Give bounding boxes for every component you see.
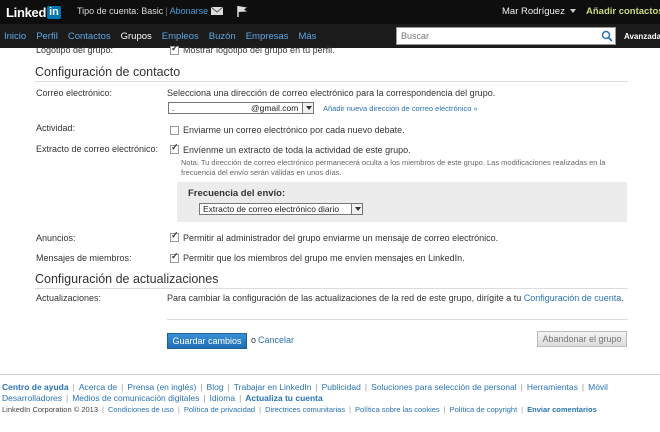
email-help-text: Selecciona una dirección de correo elect… <box>167 88 496 98</box>
account-separator: | <box>165 6 168 16</box>
member-messages-label: Mensajes de miembros: <box>36 253 132 263</box>
updates-text-body: Para cambiar la configuración de las act… <box>167 293 522 303</box>
nav-item-inicio[interactable]: Inicio <box>4 31 26 42</box>
activity-checkbox[interactable] <box>170 126 179 135</box>
announcements-checkbox[interactable] <box>170 230 179 242</box>
activity-text: Enviarme un correo electrónico por cada … <box>183 125 405 135</box>
footer-link-language[interactable]: Idioma <box>210 393 236 403</box>
logo-checkbox[interactable] <box>170 43 179 55</box>
user-menu[interactable]: Mar Rodríguez <box>502 6 576 17</box>
or-text: o <box>251 335 257 345</box>
footer-link-advertising[interactable]: Publicidad <box>322 382 361 392</box>
nav-item-mas[interactable]: Más <box>298 31 316 42</box>
footer-link-feedback[interactable]: Enviar comentarios <box>527 405 597 414</box>
search-icon[interactable] <box>601 30 613 42</box>
search-input[interactable] <box>397 28 592 44</box>
account-settings-link[interactable]: Configuración de cuenta <box>524 293 622 303</box>
save-button[interactable]: Guardar cambios <box>167 333 247 349</box>
mail-icon[interactable] <box>210 5 224 17</box>
member-messages-checkbox[interactable] <box>170 251 179 263</box>
chevron-down-icon <box>302 103 313 113</box>
main-nav: Inicio Perfil Contactos Grupos Empleos B… <box>4 31 316 42</box>
frequency-label: Frecuencia del envío: <box>188 188 286 199</box>
footer-link-careers[interactable]: Trabajar en LinkedIn <box>234 382 312 392</box>
flag-icon[interactable] <box>235 5 249 17</box>
nav-item-empleos[interactable]: Empleos <box>162 31 199 42</box>
email-select[interactable]: . @gmail.com <box>168 102 314 114</box>
advanced-search-link[interactable]: Avanzada <box>624 32 660 41</box>
logo-text: Linked <box>6 4 47 20</box>
email-label: Correo electrónico: <box>36 88 113 98</box>
footer-link-copyright[interactable]: Política de copyright <box>450 405 518 414</box>
footer-link-community[interactable]: Directrices comunitarias <box>265 405 345 414</box>
announcements-text: Permitir al administrador del grupo envi… <box>183 233 499 243</box>
digest-checkbox[interactable] <box>170 142 179 154</box>
section-divider <box>35 288 628 289</box>
search-box <box>396 27 616 45</box>
member-messages-text: Permitir que los miembros del grupo me e… <box>183 253 465 263</box>
logo-partial-label: Logotipo del grupo: <box>36 45 114 55</box>
footer-link-cookies[interactable]: Política sobre las cookies <box>355 405 440 414</box>
footer-link-help[interactable]: Centro de ayuda <box>2 382 69 392</box>
cancel-link[interactable]: Cancelar <box>258 335 294 345</box>
updates-text: Para cambiar la configuración de las act… <box>167 293 624 303</box>
footer-link-press[interactable]: Prensa (en inglés) <box>127 382 196 392</box>
updates-section-title: Configuración de actualizaciones <box>35 272 219 286</box>
footer-link-about[interactable]: Acerca de <box>79 382 117 392</box>
add-email-link[interactable]: Añadir nueva dirección de correo electró… <box>323 104 478 113</box>
chevron-down-icon <box>569 9 576 14</box>
footer-link-tools[interactable]: Herramientas <box>527 382 578 392</box>
account-type-label: Tipo de cuenta: Basic <box>77 6 164 16</box>
footer-link-privacy[interactable]: Política de privacidad <box>184 405 255 414</box>
frequency-select[interactable]: Extracto de correo electrónico diario <box>199 203 363 215</box>
email-select-prefix: . <box>172 103 175 113</box>
footer-link-mobile[interactable]: Móvil <box>588 382 608 392</box>
section-divider <box>35 81 628 82</box>
user-name: Mar Rodríguez <box>502 6 565 17</box>
chevron-down-icon <box>351 204 362 214</box>
frequency-select-value: Extracto de correo electrónico diario <box>203 204 340 214</box>
updates-period: . <box>621 293 624 303</box>
footer-link-upgrade[interactable]: Actualiza tu cuenta <box>245 393 322 403</box>
upgrade-link[interactable]: Abonarse <box>170 6 209 16</box>
linkedin-logo[interactable]: Linked in <box>6 4 61 20</box>
nav-item-empresas[interactable]: Empresas <box>246 31 289 42</box>
nav-item-contactos[interactable]: Contactos <box>68 31 111 42</box>
footer-link-blog[interactable]: Blog <box>207 382 224 392</box>
footer-link-terms[interactable]: Condiciones de uso <box>108 405 174 414</box>
group-settings-form: Logotipo del grupo: Mostrar logotipo del… <box>0 43 660 374</box>
announcements-label: Anuncios: <box>36 233 76 243</box>
top-bar: Linked in Tipo de cuenta: Basic | Abonarse … <box>0 0 660 24</box>
actions-divider <box>167 319 628 320</box>
digest-text: Envíenme un extracto de toda la activida… <box>183 145 411 155</box>
copyright-text: LinkedIn Corporation © 2013 <box>2 405 99 414</box>
footer-divider <box>0 374 660 375</box>
footer-link-developers[interactable]: Desarrolladores <box>2 393 62 403</box>
footer-links: Centro de ayuda | Acerca de | Prensa (en ing… <box>2 382 608 403</box>
footer-link-digital-media[interactable]: Medios de comunicación digitales <box>72 393 199 403</box>
nav-item-grupos[interactable]: Grupos <box>121 31 152 42</box>
account-type: Tipo de cuenta: Basic | Abonarse <box>77 6 208 16</box>
digest-note: Nota: Tu dirección de correo electrónico… <box>181 158 606 177</box>
add-contacts-link[interactable]: Añadir contactos <box>586 6 660 17</box>
nav-item-perfil[interactable]: Perfil <box>36 31 58 42</box>
contact-section-title: Configuración de contacto <box>35 65 181 79</box>
logo-in-badge: in <box>47 5 61 19</box>
email-select-value: @gmail.com <box>251 103 299 113</box>
nav-item-buzon[interactable]: Buzón <box>209 31 236 42</box>
footer-link-talent[interactable]: Soluciones para selección de personal <box>371 382 517 392</box>
footer-bottom: LinkedIn Corporation © 2013 | Condiciones … <box>2 405 597 414</box>
activity-label: Actividad: <box>36 123 76 133</box>
digest-label: Extracto de correo electrónico: <box>36 144 159 154</box>
leave-group-button[interactable]: Abandonar el grupo <box>537 331 627 347</box>
logo-partial-text: Mostrar logotipo del grupo en tu perfil. <box>183 45 335 55</box>
updates-label: Actualizaciones: <box>36 293 102 303</box>
